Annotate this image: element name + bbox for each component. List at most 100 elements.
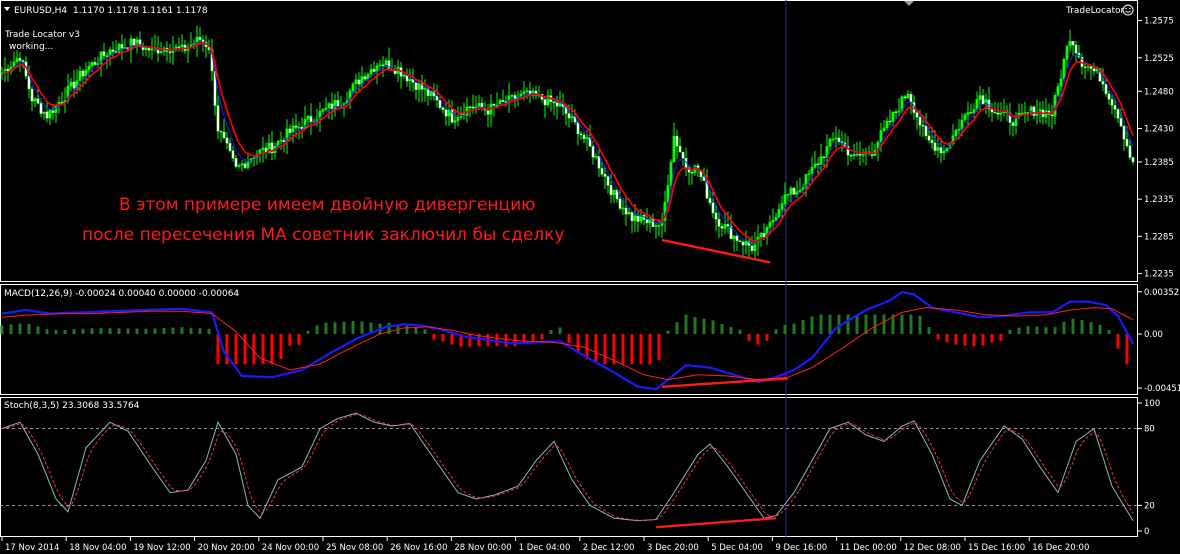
- candle-body: [807, 173, 811, 175]
- candle-body: [1113, 105, 1117, 110]
- candle-body: [957, 129, 961, 131]
- macd-histogram-bar: [324, 322, 328, 334]
- macd-histogram-bar: [1035, 326, 1039, 334]
- candle-body: [357, 79, 361, 85]
- macd-histogram-bar: [306, 330, 310, 334]
- macd-histogram-bar: [414, 327, 418, 334]
- candle-body: [621, 207, 625, 210]
- candle-body: [567, 113, 571, 119]
- candle-body: [261, 147, 265, 151]
- shift-marker-icon[interactable]: [904, 1, 914, 6]
- macd-histogram-bar: [1080, 319, 1084, 334]
- time-tick-label: 17 Nov 2014: [5, 543, 59, 553]
- macd-histogram-bar: [981, 334, 985, 346]
- candle-body: [780, 203, 784, 210]
- candle-body: [918, 117, 922, 126]
- macd-histogram-bar: [225, 334, 229, 365]
- candle-body: [105, 55, 109, 57]
- candle-body: [228, 143, 232, 151]
- candle-body: [327, 103, 331, 109]
- candle-body: [222, 131, 226, 139]
- macd-histogram-bar: [621, 334, 625, 365]
- time-tick-label: 18 Nov 04:00: [69, 543, 126, 553]
- macd-histogram-bar: [315, 325, 319, 334]
- stoch-signal-line: [1, 414, 1134, 521]
- stoch-title: Stoch(8,3,5) 23.3068 33.5764: [4, 401, 140, 411]
- candle-body: [381, 64, 385, 66]
- candle-body: [543, 99, 547, 106]
- macd-histogram-bar: [828, 314, 832, 334]
- price-tick-label: 1.2525: [1144, 54, 1174, 64]
- candle-body: [453, 120, 457, 123]
- chart-canvas[interactable]: 1.2575 1.2525 1.2480 1.2430 1.2385 1.2335 1.22…: [0, 0, 1180, 554]
- macd-histogram-bar: [423, 329, 427, 334]
- macd-histogram-bar: [954, 334, 958, 345]
- candle-body: [1068, 41, 1072, 47]
- candle-body: [888, 120, 892, 123]
- macd-histogram-bar: [144, 328, 148, 334]
- candle-body: [813, 163, 817, 168]
- annotation-line-2: после пересечения МА советник заключил б…: [82, 225, 565, 245]
- candle-body: [93, 62, 97, 65]
- candle-body: [609, 185, 613, 196]
- macd-tick-label: 0.00: [1144, 330, 1163, 340]
- smiley-eye-left: [1125, 7, 1127, 10]
- macd-histogram-bar: [747, 334, 751, 341]
- price-tick-label: 1.2385: [1144, 158, 1174, 168]
- candle-body: [723, 224, 727, 229]
- candle-body: [858, 153, 862, 156]
- candle-body: [906, 94, 910, 99]
- candle-body: [600, 168, 604, 175]
- stoch-tick-label: 100: [1144, 399, 1160, 409]
- candle-body: [657, 225, 661, 227]
- candle-body: [288, 128, 292, 133]
- macd-histogram-bar: [18, 323, 22, 334]
- candle-body: [321, 109, 325, 112]
- macd-histogram-bar: [837, 314, 841, 334]
- macd-histogram-bar: [432, 334, 436, 340]
- candle-body: [579, 133, 583, 136]
- candle-body: [39, 103, 43, 114]
- candle-body: [1089, 66, 1093, 69]
- candle-body: [429, 90, 433, 96]
- macd-histogram-bar: [918, 315, 922, 334]
- macd-histogram-bar: [972, 334, 976, 347]
- macd-histogram-bar: [540, 334, 544, 340]
- candle-body: [678, 146, 682, 153]
- macd-histogram-bar: [720, 323, 724, 334]
- macd-histogram-bar: [531, 334, 535, 342]
- candle-body: [78, 70, 82, 81]
- candle-body: [354, 79, 358, 84]
- candle-body: [417, 83, 421, 90]
- candle-body: [1074, 44, 1078, 54]
- time-tick-label: 26 Nov 16:00: [390, 543, 447, 553]
- macd-histogram-bar: [927, 327, 931, 334]
- tradelocator-header[interactable]: TradeLocator: [1065, 4, 1134, 16]
- candle-body: [216, 105, 220, 132]
- dropdown-triangle-icon[interactable]: [4, 7, 10, 11]
- candle-body: [834, 137, 838, 140]
- candle-body: [42, 111, 46, 114]
- macd-histogram-bar: [594, 334, 598, 362]
- candle-body: [606, 176, 610, 186]
- candle-body: [87, 65, 91, 71]
- candle-body: [786, 194, 790, 196]
- candle-body: [798, 189, 802, 192]
- macd-histogram-bar: [666, 330, 670, 334]
- macd-histogram-bar: [1089, 322, 1093, 334]
- candle-body: [894, 111, 898, 113]
- macd-histogram-bar: [639, 334, 643, 365]
- candle-body: [933, 142, 937, 151]
- macd-histogram-bar: [990, 334, 994, 343]
- candle-body: [1122, 125, 1126, 140]
- macd-histogram-bar: [279, 334, 283, 360]
- candle-body: [369, 68, 373, 75]
- macd-histogram-bar: [765, 334, 769, 341]
- smiley-icon[interactable]: [1122, 4, 1134, 16]
- candle-body: [708, 198, 712, 203]
- candle-body: [501, 99, 505, 102]
- macd-histogram-bar: [468, 334, 472, 347]
- candle-body: [234, 158, 238, 167]
- macd-histogram-bar: [576, 334, 580, 353]
- stoch-divergence-line: [655, 517, 777, 529]
